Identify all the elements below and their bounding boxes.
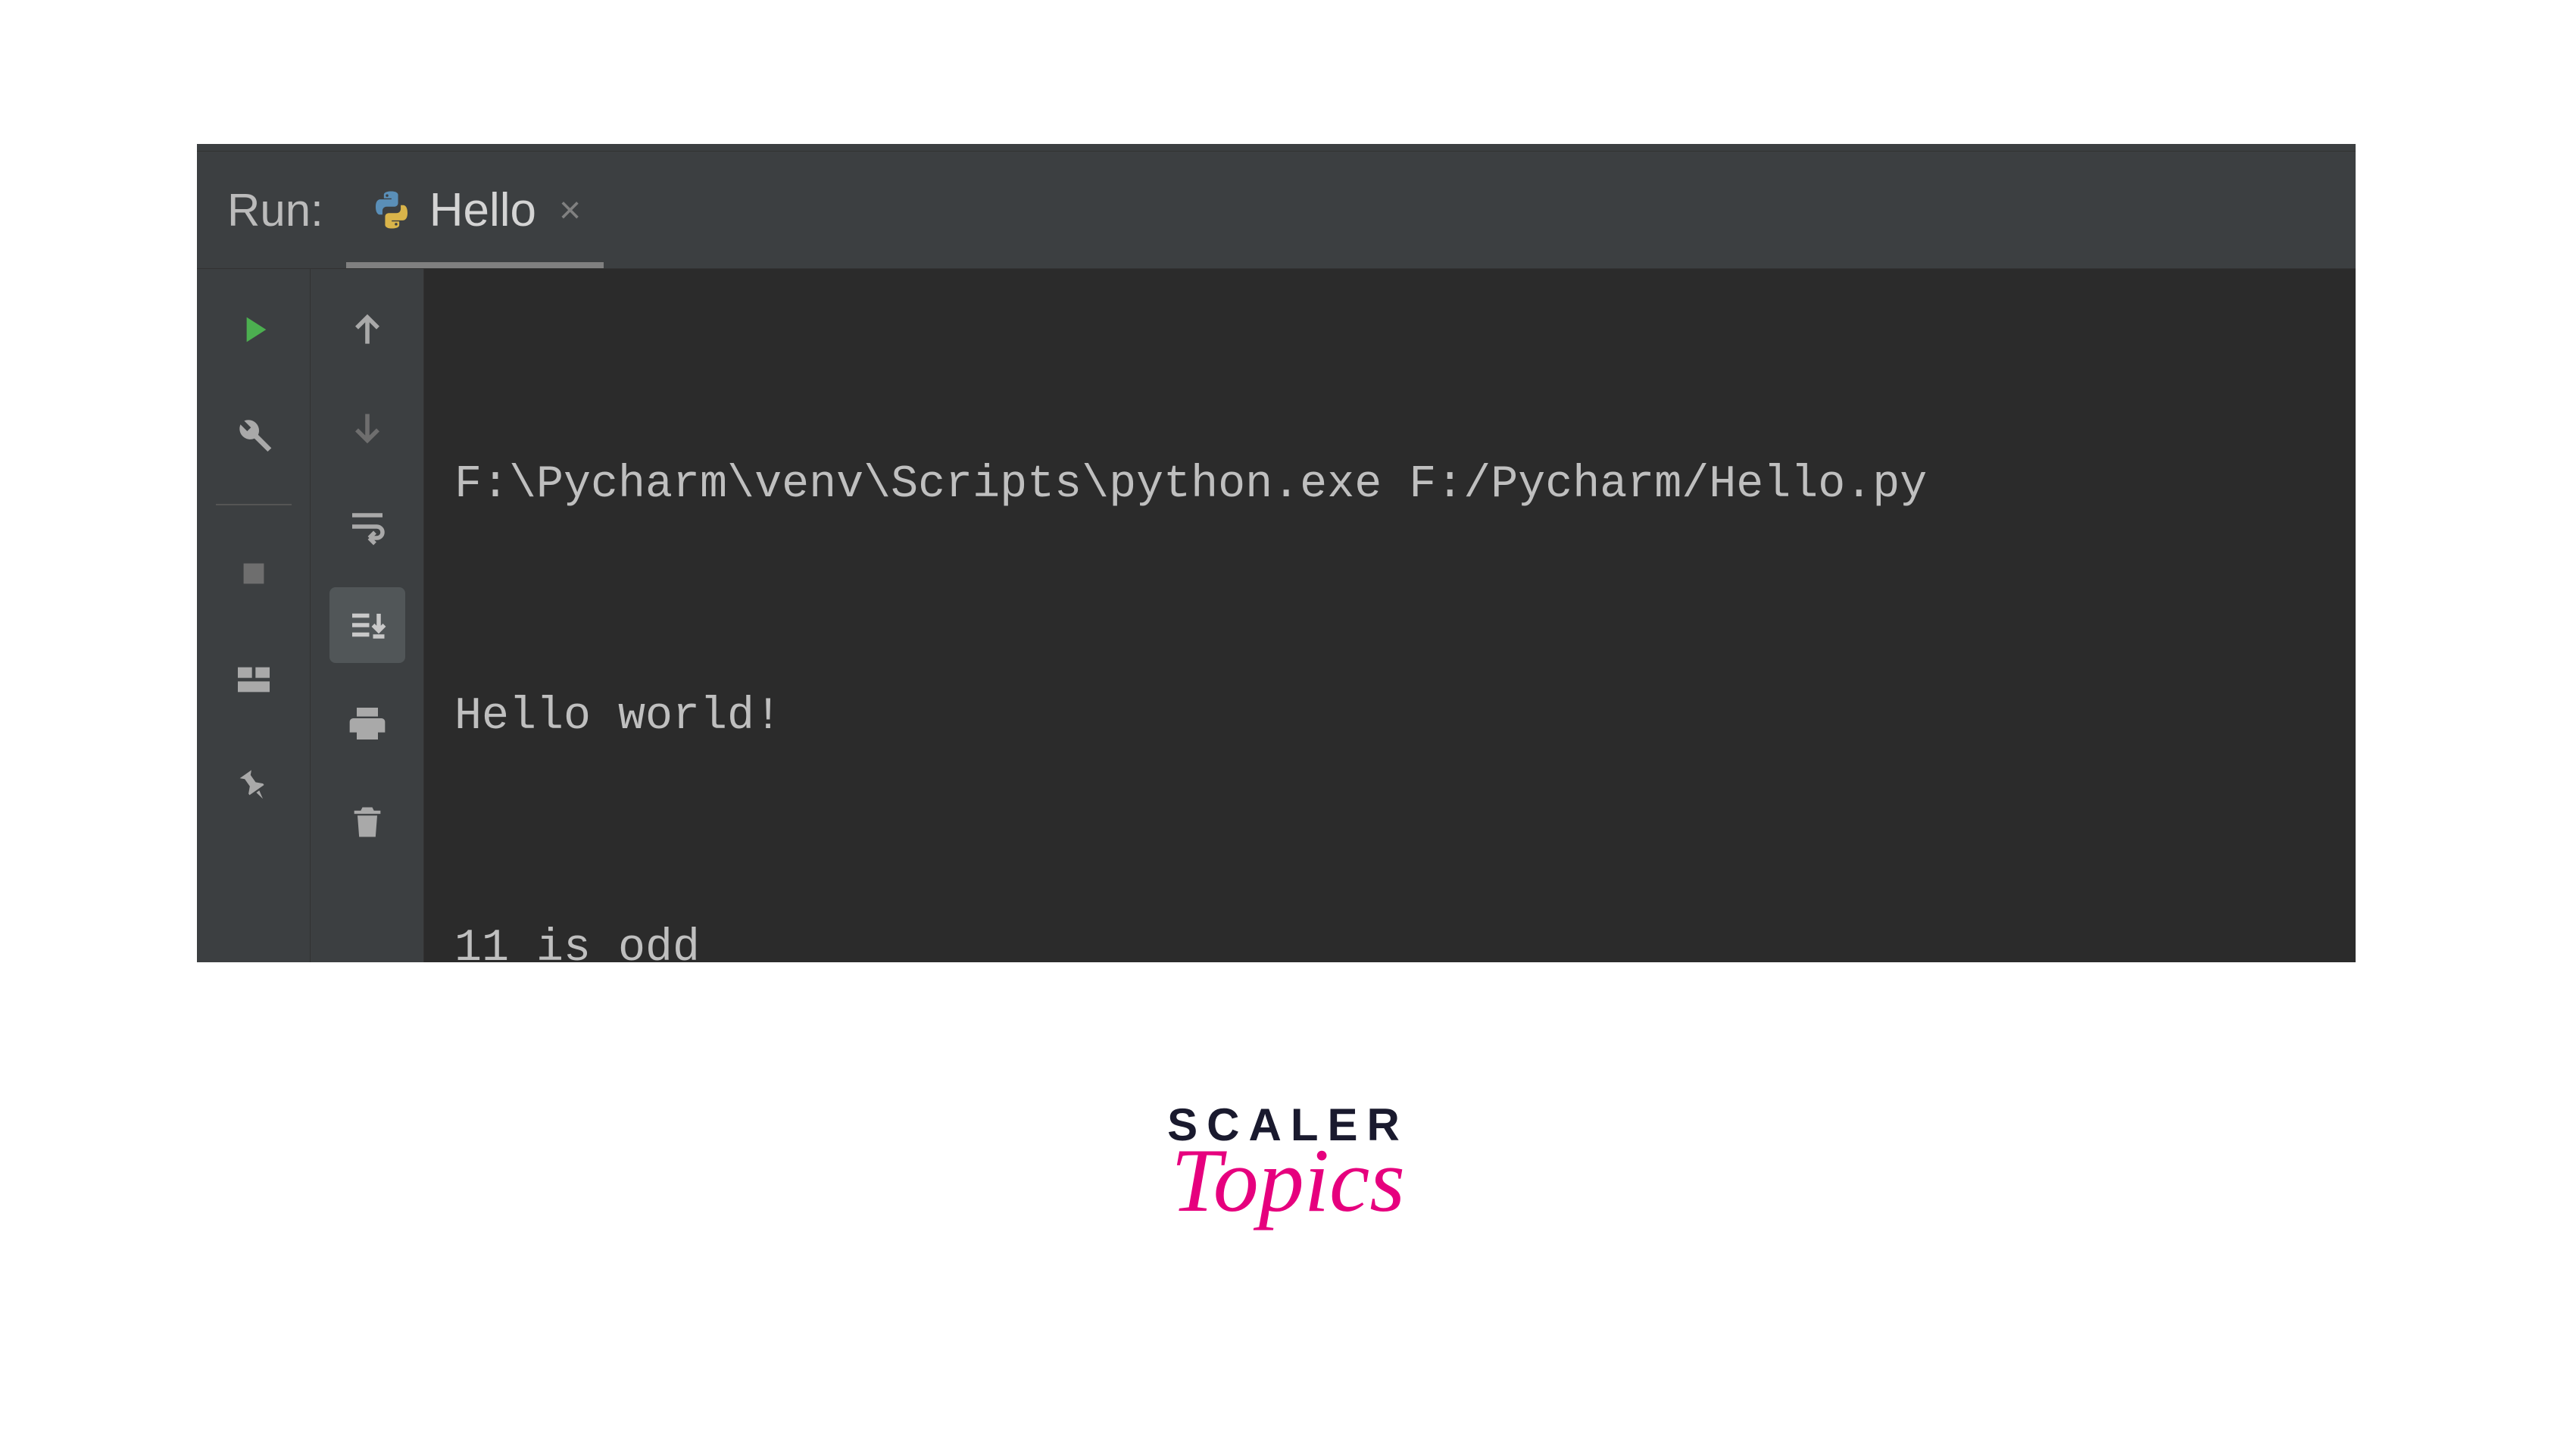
softwrap-icon bbox=[345, 504, 390, 549]
wrench-button[interactable] bbox=[216, 398, 292, 474]
play-icon bbox=[233, 308, 275, 351]
scroll-end-icon bbox=[345, 602, 390, 648]
print-icon bbox=[346, 702, 389, 745]
pin-button[interactable] bbox=[216, 748, 292, 824]
python-icon bbox=[369, 187, 414, 233]
run-tab-bar: Run: Hello × bbox=[197, 152, 2356, 269]
stop-icon bbox=[236, 556, 271, 591]
rerun-button[interactable] bbox=[216, 292, 292, 367]
layout-button[interactable] bbox=[216, 642, 292, 718]
softwrap-button[interactable] bbox=[329, 489, 405, 564]
secondary-toolbar bbox=[311, 269, 424, 962]
toolbar-divider bbox=[216, 504, 292, 505]
arrow-up-icon bbox=[346, 308, 389, 351]
layout-icon bbox=[233, 658, 275, 701]
run-label: Run: bbox=[197, 184, 346, 236]
scaler-topics-logo: SCALER Topics bbox=[1167, 1099, 1409, 1233]
pin-icon bbox=[233, 765, 275, 807]
print-button[interactable] bbox=[329, 686, 405, 761]
console-output[interactable]: F:\Pycharm\venv\Scripts\python.exe F:/Py… bbox=[424, 269, 2356, 962]
close-icon[interactable]: × bbox=[559, 191, 581, 229]
run-tab-title: Hello bbox=[429, 183, 536, 237]
console-line: F:\Pycharm\venv\Scripts\python.exe F:/Py… bbox=[454, 446, 2325, 524]
run-tool-window: Run: Hello × bbox=[197, 144, 2356, 962]
console-line: 11 is odd bbox=[454, 910, 2325, 962]
stop-button[interactable] bbox=[216, 536, 292, 611]
window-top-strip bbox=[197, 144, 2356, 152]
wrench-icon bbox=[233, 414, 275, 457]
console-line: Hello world! bbox=[454, 678, 2325, 755]
tab-active-underline bbox=[346, 262, 604, 268]
up-button[interactable] bbox=[329, 292, 405, 367]
scroll-end-button[interactable] bbox=[329, 587, 405, 663]
run-tab-hello[interactable]: Hello × bbox=[346, 152, 604, 268]
run-body: F:\Pycharm\venv\Scripts\python.exe F:/Py… bbox=[197, 269, 2356, 962]
trash-icon bbox=[348, 802, 387, 842]
down-button[interactable] bbox=[329, 390, 405, 466]
primary-toolbar bbox=[197, 269, 311, 962]
logo-line2: Topics bbox=[1167, 1128, 1409, 1233]
arrow-down-icon bbox=[346, 407, 389, 449]
clear-button[interactable] bbox=[329, 784, 405, 860]
